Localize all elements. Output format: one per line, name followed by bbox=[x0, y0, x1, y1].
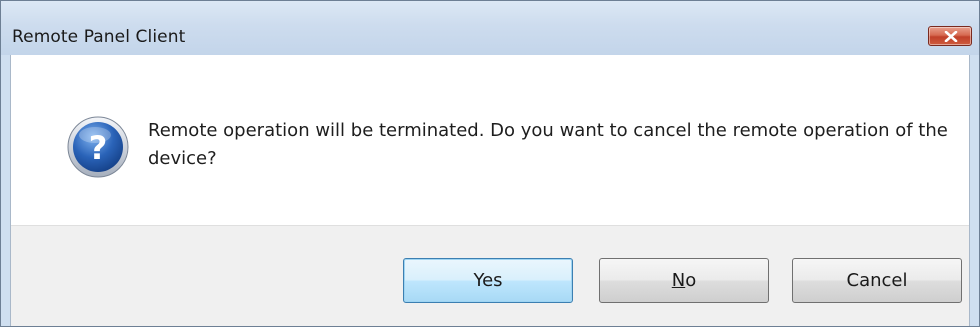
cancel-button[interactable]: Cancel bbox=[792, 258, 962, 303]
button-bar: Yes No Cancel bbox=[11, 225, 969, 326]
no-button-label-rest: o bbox=[685, 270, 697, 291]
no-button-mnemonic: N bbox=[671, 270, 686, 291]
dialog-message: Remote operation will be terminated. Do … bbox=[148, 120, 948, 169]
no-button[interactable]: No bbox=[599, 258, 769, 303]
yes-button[interactable]: Yes bbox=[403, 258, 573, 303]
dialog-window: Remote Panel Client ? Remote operation w… bbox=[0, 0, 980, 327]
question-icon: ? bbox=[67, 116, 129, 178]
close-button[interactable] bbox=[928, 26, 972, 46]
title-bar[interactable]: Remote Panel Client bbox=[1, 1, 979, 55]
close-icon bbox=[944, 31, 958, 42]
message-area: ? Remote operation will be terminated. D… bbox=[11, 55, 969, 225]
dialog-body: ? Remote operation will be terminated. D… bbox=[10, 55, 970, 326]
window-title: Remote Panel Client bbox=[12, 27, 186, 47]
svg-text:?: ? bbox=[89, 129, 108, 167]
